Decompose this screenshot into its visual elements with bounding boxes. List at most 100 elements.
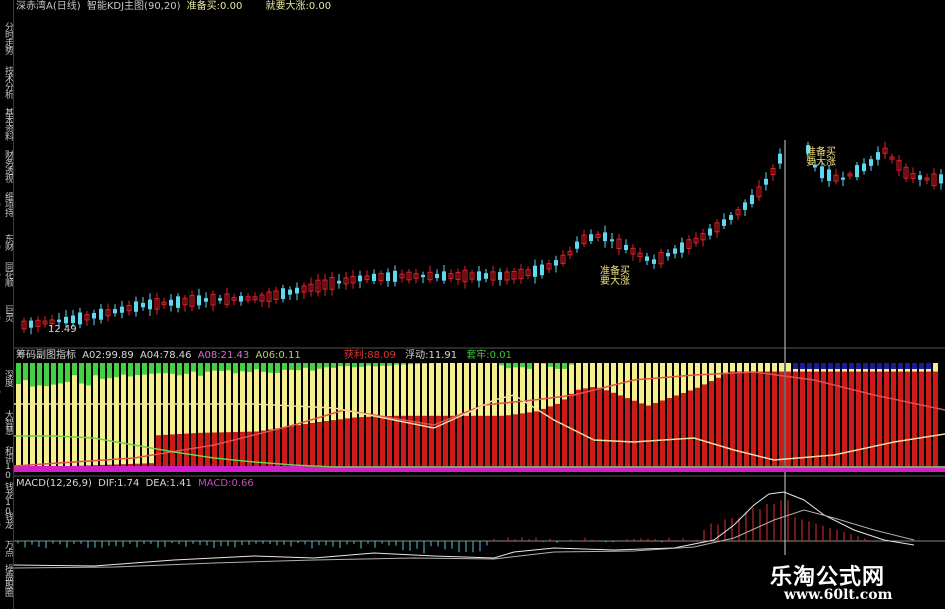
chip-bar-green <box>527 363 532 369</box>
chip-bar-yellow <box>142 363 147 470</box>
chip-bar-red <box>884 371 889 470</box>
chip-bar-red <box>877 371 882 470</box>
chip-bar-green <box>121 363 126 375</box>
chip-bar-navy <box>835 363 840 369</box>
chip-bar-red <box>233 432 238 470</box>
chip-bar-green <box>93 363 98 376</box>
chip-bar-green <box>233 363 238 374</box>
chip-bar-red <box>688 390 693 470</box>
candle-body <box>652 259 656 264</box>
candle-body <box>169 299 173 306</box>
candle-body <box>393 270 397 282</box>
sidebar: 分时走势 技术分析 基本资料 财务透视 细项持10 东财10 同花顺10 巨灵1… <box>0 0 14 609</box>
sidebar-item-technical[interactable]: 技术分析 <box>0 66 13 106</box>
candle-body <box>862 163 866 172</box>
candle-body <box>442 271 446 281</box>
chip-bar-red <box>695 387 700 470</box>
candle-body <box>120 306 124 313</box>
sidebar-item-ths[interactable]: 同花顺10 <box>0 262 13 302</box>
chart-canvas[interactable] <box>14 0 945 609</box>
chip-bar-red <box>345 418 350 470</box>
chip-bar-red <box>317 421 322 470</box>
chip-bar-green <box>23 363 28 381</box>
sidebar-item-eastmoney[interactable]: 东财10 <box>0 234 13 258</box>
chip-bar-navy <box>856 363 861 369</box>
chip-bar-green <box>205 363 210 372</box>
chip-bar-red <box>737 371 742 470</box>
chip-bar-navy <box>842 363 847 369</box>
candle-body <box>134 301 138 312</box>
chip-bar-green <box>58 363 63 384</box>
chip-bar-green <box>177 363 182 376</box>
chip-bar-navy <box>814 363 819 369</box>
chip-bar-green <box>303 363 308 368</box>
chip-bar-green <box>359 363 364 367</box>
chip-bar-red <box>842 371 847 470</box>
chip-bar-green <box>289 363 294 370</box>
candle-body <box>708 228 712 236</box>
chip-bar-navy <box>807 363 812 369</box>
chip-bar-red <box>597 387 602 470</box>
candle-body <box>372 273 376 282</box>
chip-bar-red <box>373 416 378 470</box>
chip-bar-red <box>905 371 910 470</box>
chip-bar-green <box>51 363 56 385</box>
chip-bar-green <box>79 363 84 384</box>
chip-bar-green <box>149 363 154 374</box>
chip-bar-navy <box>926 363 931 369</box>
chip-bar-red <box>394 415 399 470</box>
chip-bar-red <box>576 389 581 470</box>
chip-bar-red <box>793 371 798 470</box>
chip-bar-red <box>863 371 868 470</box>
chip-bar-green <box>506 363 511 369</box>
chip-bar-red <box>457 415 462 470</box>
candle-body <box>197 295 201 306</box>
candle-body <box>204 298 208 302</box>
chip-bar-red <box>366 416 371 470</box>
chip-bar-red <box>401 415 406 470</box>
candle-body <box>624 244 628 250</box>
sidebar-item-wandian[interactable]: 万点 <box>0 540 13 562</box>
chip-bar-red <box>933 371 938 470</box>
chip-bar-green <box>401 363 406 365</box>
chip-bar-red <box>646 405 651 470</box>
chip-bar-green <box>261 363 266 372</box>
sidebar-item-trading[interactable]: 操盘股圈 <box>0 564 13 608</box>
chip-bar-red <box>618 395 623 470</box>
chip-bar-green <box>198 363 203 376</box>
sidebar-item-finance[interactable]: 财务透视 <box>0 150 13 190</box>
chip-bar-red <box>807 371 812 470</box>
sidebar-item-detail[interactable]: 细项持10 <box>0 192 13 232</box>
sidebar-item-giant[interactable]: 巨灵10 <box>0 305 13 337</box>
sidebar-item-qianlong[interactable]: 钱龙10 <box>0 482 13 516</box>
chip-bar-green <box>324 363 329 368</box>
sidebar-item-qianlong-2[interactable]: 钱龙10 <box>0 512 13 538</box>
sidebar-item-deep-f10[interactable]: 深度F10 <box>0 370 13 406</box>
candle-body <box>337 280 341 284</box>
price-low-label: 12.49 <box>48 324 77 335</box>
chip-bar-red <box>352 417 357 470</box>
candle-body <box>148 299 152 310</box>
sidebar-item-hexun[interactable]: 和讯10 <box>0 446 13 480</box>
chip-bar-green <box>555 363 560 369</box>
chip-bar-red <box>184 433 189 470</box>
chip-bar-red <box>919 371 924 470</box>
sidebar-item-basic-info[interactable]: 基本资料 <box>0 108 13 148</box>
chip-bar-red <box>681 393 686 470</box>
chip-bar-red <box>303 424 308 470</box>
chip-bar-red <box>499 415 504 470</box>
candle-body <box>29 320 33 328</box>
chip-bar-red <box>191 433 196 470</box>
sidebar-item-intraday[interactable]: 分时走势 <box>0 22 13 62</box>
chip-bar-yellow <box>107 363 112 470</box>
chip-bar-red <box>338 419 343 470</box>
chip-bar-red <box>359 417 364 470</box>
candle-body <box>295 287 299 294</box>
chip-bar-green <box>135 363 140 376</box>
chip-bar-green <box>37 363 42 386</box>
candle-body <box>218 298 222 301</box>
chip-bar-green <box>408 363 413 365</box>
watermark-url: www.60lt.com <box>784 587 893 603</box>
chip-bar-red <box>758 371 763 470</box>
sidebar-item-dzh[interactable]: 大智慧 <box>0 410 13 444</box>
